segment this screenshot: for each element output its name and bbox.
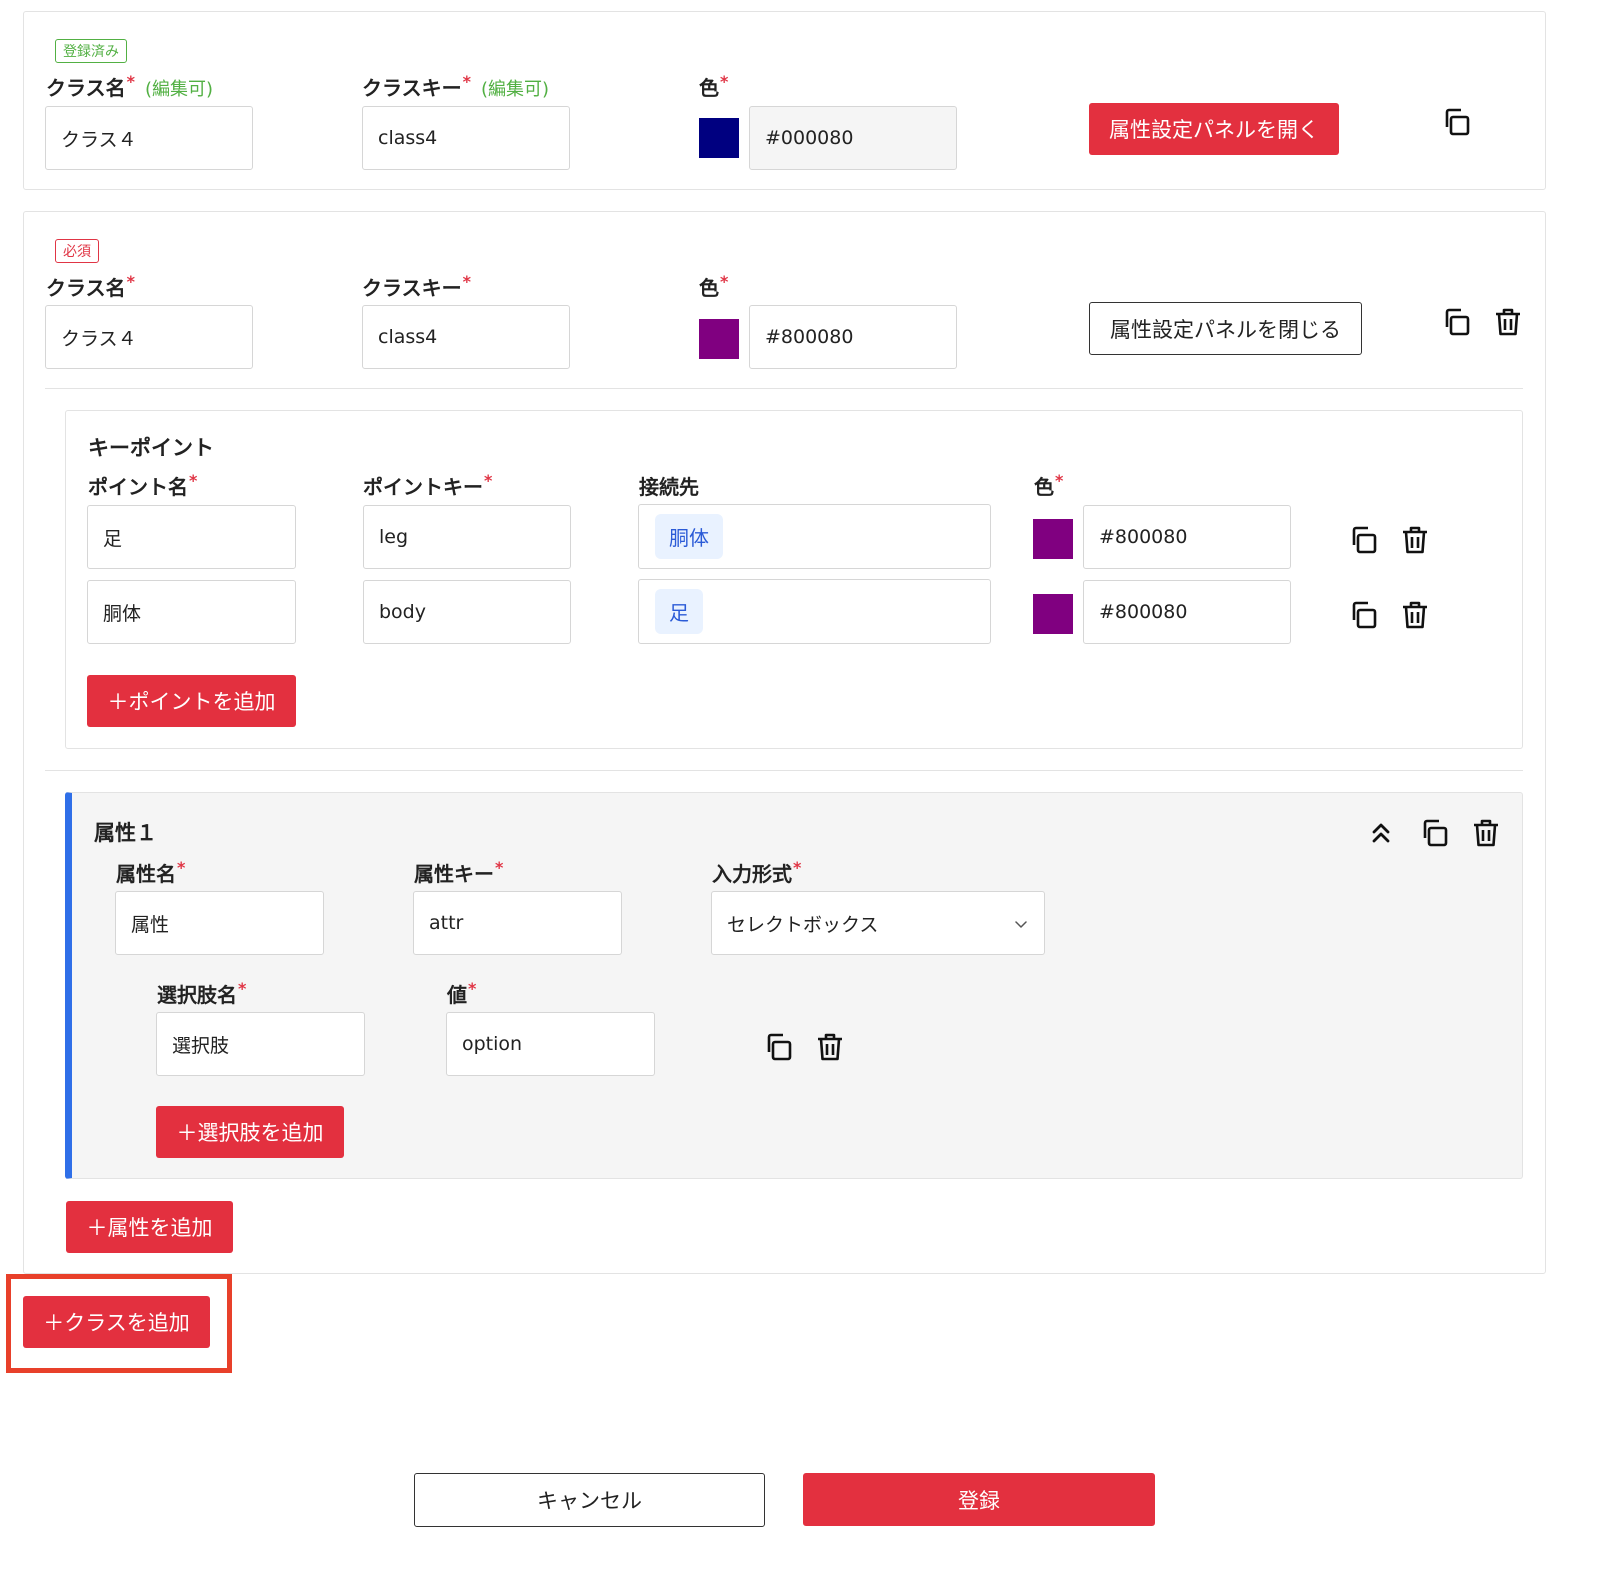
option-name-label: 選択肢名*: [157, 979, 247, 1007]
copy-icon[interactable]: [1347, 599, 1379, 631]
class-name-input[interactable]: クラス４: [45, 106, 253, 170]
add-class-button[interactable]: ＋クラスを追加: [23, 1296, 210, 1348]
point-key-input[interactable]: leg: [363, 505, 571, 569]
attribute-key-label: 属性キー*: [414, 858, 504, 886]
class-key-input[interactable]: class4: [362, 305, 570, 369]
add-attribute-button[interactable]: ＋属性を追加: [66, 1201, 233, 1253]
trash-icon[interactable]: [1399, 524, 1431, 556]
color-hex-input: #000080: [749, 106, 957, 170]
connection-chip[interactable]: 足: [655, 589, 703, 634]
keypoint-title: キーポイント: [88, 436, 214, 460]
color-swatch[interactable]: [699, 319, 739, 359]
class-name-input[interactable]: クラス４: [45, 305, 253, 369]
connection-select[interactable]: 胴体: [638, 504, 991, 569]
color-label: 色*: [699, 272, 729, 300]
color-swatch[interactable]: [699, 118, 739, 158]
class-key-label: クラスキー*: [362, 272, 471, 300]
submit-button[interactable]: 登録: [803, 1473, 1155, 1526]
point-name-input[interactable]: 足: [87, 505, 296, 569]
attribute-name-label: 属性名*: [116, 858, 186, 886]
connection-label: 接続先: [639, 475, 699, 499]
class-key-label: クラスキー* (編集可): [362, 72, 550, 100]
class-name-label: クラス名*: [46, 272, 135, 300]
point-name-input[interactable]: 胴体: [87, 580, 296, 644]
trash-icon[interactable]: [1492, 306, 1524, 338]
close-attribute-panel-button[interactable]: 属性設定パネルを閉じる: [1089, 302, 1362, 355]
option-value-input[interactable]: option: [446, 1012, 655, 1076]
point-key-label: ポイントキー*: [363, 471, 493, 499]
cancel-button[interactable]: キャンセル: [414, 1473, 765, 1527]
chevron-down-icon: [1013, 915, 1029, 931]
option-name-input[interactable]: 選択肢: [156, 1012, 365, 1076]
open-attribute-panel-button[interactable]: 属性設定パネルを開く: [1089, 103, 1339, 155]
point-color-swatch[interactable]: [1033, 519, 1073, 559]
trash-icon[interactable]: [1399, 599, 1431, 631]
color-hex-input[interactable]: #800080: [749, 305, 957, 369]
copy-icon[interactable]: [1440, 106, 1472, 138]
section-divider: [45, 770, 1523, 771]
attribute-title: 属性１: [94, 821, 157, 845]
class-key-input[interactable]: class4: [362, 106, 570, 170]
copy-icon[interactable]: [762, 1031, 794, 1063]
attribute-key-input[interactable]: attr: [413, 891, 622, 955]
attribute-name-input[interactable]: 属性: [115, 891, 324, 955]
connection-chip[interactable]: 胴体: [655, 514, 723, 559]
point-color-hex-input[interactable]: #800080: [1083, 580, 1291, 644]
trash-icon[interactable]: [1470, 817, 1502, 849]
input-type-value: セレクトボックス: [727, 913, 879, 936]
input-type-label: 入力形式*: [712, 858, 802, 886]
class-name-label: クラス名* (編集可): [46, 72, 214, 100]
collapse-chevrons-icon[interactable]: [1366, 818, 1396, 848]
color-label: 色*: [699, 72, 729, 100]
option-value-label: 値*: [447, 979, 477, 1007]
copy-icon[interactable]: [1347, 524, 1379, 556]
section-divider: [45, 388, 1523, 389]
point-key-input[interactable]: body: [363, 580, 571, 644]
point-color-hex-input[interactable]: #800080: [1083, 505, 1291, 569]
copy-icon[interactable]: [1440, 306, 1472, 338]
point-color-swatch[interactable]: [1033, 594, 1073, 634]
editable-note: (編集可): [144, 79, 214, 100]
point-name-label: ポイント名*: [88, 471, 198, 499]
copy-icon[interactable]: [1418, 817, 1450, 849]
trash-icon[interactable]: [814, 1031, 846, 1063]
editable-note: (編集可): [480, 79, 550, 100]
registered-tag: 登録済み: [55, 39, 127, 63]
input-type-select[interactable]: セレクトボックス: [711, 891, 1045, 955]
point-color-label: 色*: [1034, 471, 1064, 499]
connection-select[interactable]: 足: [638, 579, 991, 644]
required-tag: 必須: [55, 239, 99, 263]
add-option-button[interactable]: ＋選択肢を追加: [156, 1106, 344, 1158]
add-point-button[interactable]: ＋ポイントを追加: [87, 675, 296, 727]
